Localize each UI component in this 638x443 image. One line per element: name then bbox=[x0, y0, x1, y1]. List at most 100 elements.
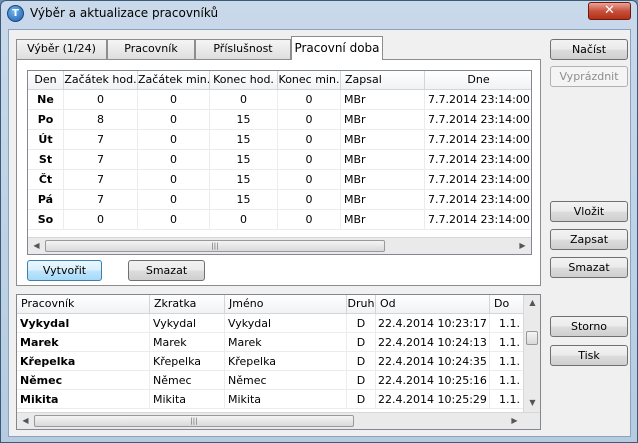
schedule-cell: Ne bbox=[28, 90, 64, 110]
tab-membership[interactable]: Příslušnost bbox=[195, 39, 291, 59]
delete-schedule-button[interactable]: Smazat bbox=[128, 260, 205, 281]
schedule-row[interactable]: Ne 0 0 0 0 MBr 7.7.2014 23:14:00 bbox=[28, 90, 531, 110]
tab-employee[interactable]: Pracovník bbox=[107, 39, 195, 59]
delete-button[interactable]: Smazat bbox=[550, 257, 628, 278]
cancel-button[interactable]: Storno bbox=[550, 316, 628, 337]
schedule-cell: MBr bbox=[341, 210, 425, 230]
schedule-cell: Pá bbox=[28, 190, 64, 210]
schedule-cell: 7.7.2014 23:14:00 bbox=[425, 110, 531, 130]
schedule-cell: 0 bbox=[64, 210, 138, 230]
schedule-row[interactable]: Čt 7 0 15 0 MBr 7.7.2014 23:14:00 bbox=[28, 170, 531, 190]
schedule-cell: MBr bbox=[341, 190, 425, 210]
scroll-thumb[interactable]: ||| bbox=[45, 240, 385, 252]
employee-vertical-scrollbar[interactable]: ▲ ▼ bbox=[523, 295, 540, 412]
tab-selection[interactable]: Výběr (1/24) bbox=[16, 39, 107, 59]
employee-cell: 22.4.2014 10:25:16 bbox=[376, 371, 490, 390]
scroll-right-icon[interactable]: ▶ bbox=[514, 238, 531, 254]
employee-header-1[interactable]: Zkratka bbox=[150, 295, 225, 314]
employee-cell: Marek bbox=[225, 333, 347, 352]
employee-row[interactable]: Křepelka Křepelka Křepelka D 22.4.2014 10:24… bbox=[17, 352, 530, 371]
schedule-cell: 0 bbox=[138, 210, 210, 230]
employee-row[interactable]: Vykydal Vykydal Vykydal D 22.4.2014 10:23:17… bbox=[17, 314, 530, 333]
schedule-header-1[interactable]: Začátek hod. bbox=[64, 71, 138, 90]
employee-row[interactable]: Němec Němec Němec D 22.4.2014 10:25:16 1.1. bbox=[17, 371, 530, 390]
schedule-cell: 0 bbox=[278, 130, 341, 150]
schedule-cell: 7.7.2014 23:14:00 bbox=[425, 190, 531, 210]
schedule-cell: 0 bbox=[138, 170, 210, 190]
scroll-up-icon[interactable]: ▲ bbox=[524, 295, 540, 311]
employee-row[interactable]: Mikita Mikita Mikita D 22.4.2014 10:25:29 1.1… bbox=[17, 390, 530, 409]
schedule-cell: MBr bbox=[341, 90, 425, 110]
schedule-cell: 0 bbox=[278, 90, 341, 110]
schedule-header-6[interactable]: Dne bbox=[425, 71, 531, 90]
employee-header-2[interactable]: Jméno bbox=[225, 295, 347, 314]
schedule-row[interactable]: St 7 0 15 0 MBr 7.7.2014 23:14:00 bbox=[28, 150, 531, 170]
load-list-button[interactable]: Načíst seznam bbox=[550, 39, 628, 75]
schedule-cell: 7.7.2014 23:14:00 bbox=[425, 150, 531, 170]
window-title: Výběr a aktualizace pracovníků bbox=[30, 6, 219, 20]
schedule-cell: 15 bbox=[210, 130, 278, 150]
schedule-cell: MBr bbox=[341, 110, 425, 130]
employee-cell: D bbox=[347, 314, 376, 333]
vertical-scroll-thumb[interactable] bbox=[526, 331, 538, 345]
scroll-left-icon[interactable]: ◀ bbox=[17, 413, 34, 429]
schedule-cell: 7 bbox=[64, 130, 138, 150]
employee-cell: Mikita bbox=[225, 390, 347, 409]
employee-cell: D bbox=[347, 352, 376, 371]
schedule-row[interactable]: Po 8 0 15 0 MBr 7.7.2014 23:14:00 bbox=[28, 110, 531, 130]
clear-button[interactable]: Vyprázdnit bbox=[550, 66, 628, 87]
scroll-left-icon[interactable]: ◀ bbox=[28, 238, 45, 254]
schedule-cell: 15 bbox=[210, 150, 278, 170]
schedule-horizontal-scrollbar[interactable]: ◀ ||| ▶ bbox=[28, 237, 531, 254]
employee-header-0[interactable]: Pracovník bbox=[17, 295, 150, 314]
employee-header-4[interactable]: Od bbox=[376, 295, 490, 314]
employee-cell: D bbox=[347, 390, 376, 409]
schedule-cell: 7.7.2014 23:14:00 bbox=[425, 210, 531, 230]
schedule-cell: Út bbox=[28, 130, 64, 150]
schedule-header-4[interactable]: Konec min. bbox=[278, 71, 341, 90]
schedule-cell: 0 bbox=[138, 90, 210, 110]
employee-horizontal-scrollbar[interactable]: ◀ ||| ▶ bbox=[17, 412, 540, 429]
schedule-cell: St bbox=[28, 150, 64, 170]
insert-button[interactable]: Vložit bbox=[550, 201, 628, 222]
schedule-grid[interactable]: Den Začátek hod. Začátek min. Konec hod. Kon… bbox=[27, 70, 532, 255]
schedule-row[interactable]: So 0 0 0 0 MBr 7.7.2014 23:14:00 bbox=[28, 210, 531, 230]
schedule-cell: 0 bbox=[210, 210, 278, 230]
print-button[interactable]: Tisk bbox=[550, 345, 628, 366]
schedule-header-3[interactable]: Konec hod. bbox=[210, 71, 278, 90]
employee-row[interactable]: Marek Marek Marek D 22.4.2014 10:24:13 1.1. bbox=[17, 333, 530, 352]
employee-cell: 22.4.2014 10:23:17 bbox=[376, 314, 490, 333]
schedule-cell: 0 bbox=[138, 130, 210, 150]
schedule-cell: 15 bbox=[210, 170, 278, 190]
schedule-cell: 15 bbox=[210, 110, 278, 130]
schedule-cell: 7.7.2014 23:14:00 bbox=[425, 130, 531, 150]
employee-cell: Mikita bbox=[17, 390, 150, 409]
schedule-cell: MBr bbox=[341, 150, 425, 170]
close-button[interactable]: ✕ bbox=[588, 2, 631, 20]
employee-cell: 22.4.2014 10:24:13 bbox=[376, 333, 490, 352]
schedule-cell: Čt bbox=[28, 170, 64, 190]
schedule-row[interactable]: Út 7 0 15 0 MBr 7.7.2014 23:14:00 bbox=[28, 130, 531, 150]
tab-working-hours[interactable]: Pracovní doba bbox=[291, 36, 383, 60]
schedule-header-5[interactable]: Zapsal bbox=[341, 71, 425, 90]
employee-cell: 22.4.2014 10:25:29 bbox=[376, 390, 490, 409]
schedule-header-0[interactable]: Den bbox=[28, 71, 64, 90]
employee-cell: Němec bbox=[225, 371, 347, 390]
create-button[interactable]: Vytvořit bbox=[27, 260, 102, 281]
dialog-window: T Výběr a aktualizace pracovníků ✕ Výběr… bbox=[0, 0, 638, 443]
employee-cell: Vykydal bbox=[150, 314, 225, 333]
employee-cell: Mikita bbox=[150, 390, 225, 409]
employee-header-3[interactable]: Druh bbox=[347, 295, 376, 314]
title-bar[interactable]: T Výběr a aktualizace pracovníků ✕ bbox=[1, 1, 637, 27]
save-button[interactable]: Zapsat bbox=[550, 229, 628, 250]
employee-grid[interactable]: Pracovník Zkratka Jméno Druh Od Do Vykydal Vyky… bbox=[16, 294, 541, 430]
scroll-thumb[interactable]: ||| bbox=[34, 415, 354, 427]
schedule-cell: 0 bbox=[138, 150, 210, 170]
schedule-cell: 8 bbox=[64, 110, 138, 130]
scroll-right-icon[interactable]: ▶ bbox=[506, 413, 523, 429]
employee-cell: Němec bbox=[17, 371, 150, 390]
scroll-down-icon[interactable]: ▼ bbox=[524, 395, 540, 411]
schedule-cell: 0 bbox=[278, 190, 341, 210]
schedule-row[interactable]: Pá 7 0 15 0 MBr 7.7.2014 23:14:00 bbox=[28, 190, 531, 210]
schedule-header-2[interactable]: Začátek min. bbox=[138, 71, 210, 90]
